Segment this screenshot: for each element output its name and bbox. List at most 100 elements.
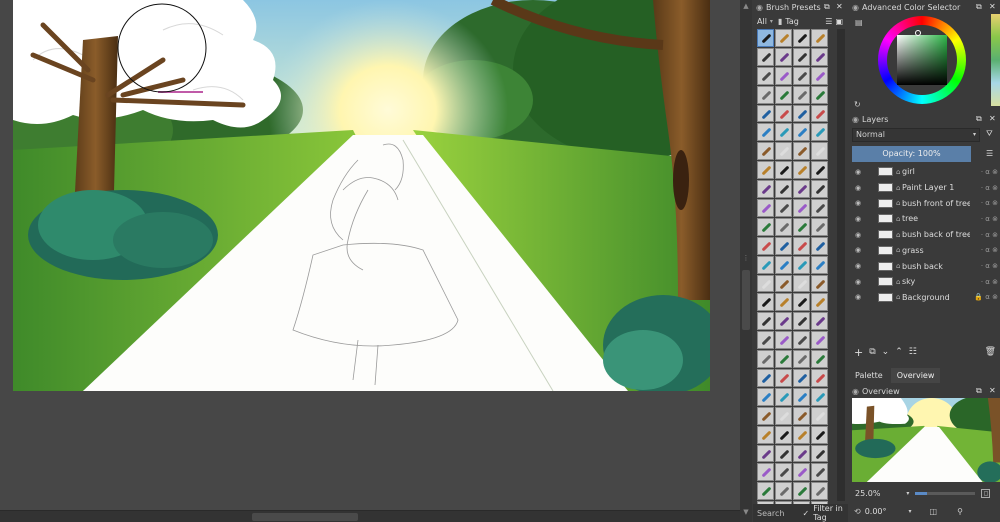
brush-preset-item[interactable]	[793, 236, 810, 255]
brush-preset-item[interactable]	[775, 482, 792, 501]
chevron-down-icon[interactable]: ▾	[906, 490, 909, 497]
layer-flags-icon[interactable]: · α ⊗	[970, 168, 1000, 176]
brush-preset-item[interactable]	[775, 463, 792, 482]
settings-icon[interactable]: ▣	[835, 17, 843, 26]
brush-preset-item[interactable]	[757, 236, 774, 255]
add-layer-icon[interactable]: +	[854, 346, 863, 359]
brush-preset-item[interactable]	[793, 104, 810, 123]
brush-preset-item[interactable]	[811, 199, 828, 217]
chevron-down-icon[interactable]: ▾	[909, 508, 912, 515]
brush-preset-item[interactable]	[775, 47, 792, 66]
brush-preset-item[interactable]	[757, 29, 774, 47]
visibility-icon[interactable]: ◉	[852, 184, 864, 192]
brush-preset-item[interactable]	[775, 255, 792, 274]
brush-preset-item[interactable]	[757, 463, 774, 482]
brush-preset-item[interactable]	[757, 482, 774, 501]
rotate-icon[interactable]: ⟲	[854, 507, 861, 516]
brush-preset-item[interactable]	[793, 161, 810, 180]
brush-preset-item[interactable]	[811, 331, 828, 350]
collapse-icon[interactable]: ◉	[756, 3, 763, 12]
brush-preset-item[interactable]	[793, 463, 810, 482]
layer-name[interactable]: girl	[902, 167, 970, 176]
brush-preset-item[interactable]	[793, 293, 810, 312]
brush-preset-item[interactable]	[793, 217, 810, 236]
brush-preset-item[interactable]	[757, 387, 774, 406]
layer-row[interactable]: ◉ ⌂ sky · α ⊗	[852, 274, 1000, 290]
brush-preset-item[interactable]	[793, 274, 810, 293]
color-selector-area[interactable]: ▤ ↻	[849, 14, 1000, 110]
brush-preset-item[interactable]	[811, 66, 828, 85]
rotation-value[interactable]: 0.00°	[865, 507, 887, 516]
brush-preset-item[interactable]	[775, 312, 792, 331]
tag-filter-select[interactable]: All	[757, 17, 767, 26]
brush-preset-item[interactable]	[775, 217, 792, 236]
layer-row[interactable]: ◉ ⌂ Paint Layer 1 · α ⊗	[852, 180, 1000, 196]
brush-preset-item[interactable]	[775, 444, 792, 463]
layer-flags-icon[interactable]: · α ⊗	[970, 246, 1000, 254]
brush-preset-item[interactable]	[811, 274, 828, 293]
brush-preset-item[interactable]	[811, 293, 828, 312]
brush-preset-item[interactable]	[793, 123, 810, 142]
brush-preset-item[interactable]	[811, 255, 828, 274]
move-layer-down-icon[interactable]: ⌄	[882, 347, 890, 357]
move-layer-up-icon[interactable]: ⌃	[895, 347, 903, 357]
visibility-icon[interactable]: ◉	[852, 278, 864, 286]
visibility-icon[interactable]: ◉	[852, 231, 864, 239]
filter-in-tag-label[interactable]: Filter in Tag	[813, 504, 848, 522]
brush-preset-item[interactable]	[757, 369, 774, 387]
brush-preset-item[interactable]	[757, 350, 774, 369]
search-input[interactable]: Search	[757, 509, 784, 518]
pin-icon[interactable]: ⚲	[957, 507, 963, 516]
view-list-icon[interactable]: ☰	[825, 17, 832, 26]
brush-preset-item[interactable]	[775, 236, 792, 255]
brush-preset-item[interactable]	[811, 29, 828, 47]
layer-row[interactable]: ◉ ⌂ girl · α ⊗	[852, 164, 1000, 180]
visibility-icon[interactable]: ◉	[852, 199, 864, 207]
color-swatch-strip[interactable]	[991, 14, 1000, 106]
float-icon[interactable]: ⧉	[976, 2, 982, 12]
tab-palette[interactable]: Palette	[849, 368, 889, 383]
brush-preset-item[interactable]	[811, 444, 828, 463]
brush-preset-item[interactable]	[793, 444, 810, 463]
brush-preset-item[interactable]	[811, 406, 828, 425]
layer-row[interactable]: ◉ ⌂ bush back · α ⊗	[852, 258, 1000, 274]
zoom-slider[interactable]	[915, 491, 976, 495]
zoom-value[interactable]: 25.0%	[855, 489, 880, 498]
brush-preset-item[interactable]	[775, 199, 792, 217]
layer-flags-icon[interactable]: 🔒 α ⊗	[970, 293, 1000, 301]
float-icon[interactable]: ⧉	[976, 386, 982, 396]
brush-preset-item[interactable]	[757, 104, 774, 123]
filter-in-tag-checkbox[interactable]: ✓	[802, 509, 809, 518]
brush-preset-item[interactable]	[757, 180, 774, 199]
brush-preset-item[interactable]	[757, 85, 774, 104]
brush-preset-item[interactable]	[775, 180, 792, 199]
brush-preset-item[interactable]	[811, 463, 828, 482]
vertical-scrollbar[interactable]: ▲ ⋮ ▼	[740, 0, 752, 522]
brush-preset-item[interactable]	[757, 123, 774, 142]
brush-preset-item[interactable]	[757, 66, 774, 85]
brush-preset-item[interactable]	[775, 85, 792, 104]
brush-preset-item[interactable]	[793, 482, 810, 501]
brush-preset-item[interactable]	[811, 142, 828, 161]
refresh-icon[interactable]: ↻	[854, 100, 861, 109]
brush-preset-item[interactable]	[757, 199, 774, 217]
brush-preset-item[interactable]	[757, 293, 774, 312]
brush-preset-item[interactable]	[793, 331, 810, 350]
brush-preset-item[interactable]	[775, 350, 792, 369]
close-icon[interactable]: ✕	[836, 2, 843, 11]
brush-preset-item[interactable]	[793, 255, 810, 274]
layer-row[interactable]: ◉ ⌂ bush back of tree · α ⊗	[852, 227, 1000, 243]
brush-preset-item[interactable]	[811, 217, 828, 236]
brush-preset-item[interactable]	[775, 387, 792, 406]
float-icon[interactable]: ⧉	[824, 2, 830, 12]
overview-thumbnail[interactable]	[852, 398, 1000, 482]
layer-name[interactable]: bush front of tree	[902, 199, 970, 208]
tag-label[interactable]: Tag	[785, 17, 799, 26]
layer-name[interactable]: bush back	[902, 262, 970, 271]
brush-preset-item[interactable]	[775, 425, 792, 444]
brush-preset-item[interactable]	[775, 29, 792, 47]
layer-row[interactable]: ◉ ⌂ bush front of tree · α ⊗	[852, 195, 1000, 211]
zoom-reset-icon[interactable]: ◻	[981, 488, 991, 498]
layer-row[interactable]: ◉ ⌂ tree · α ⊗	[852, 211, 1000, 227]
brush-preset-item[interactable]	[775, 123, 792, 142]
